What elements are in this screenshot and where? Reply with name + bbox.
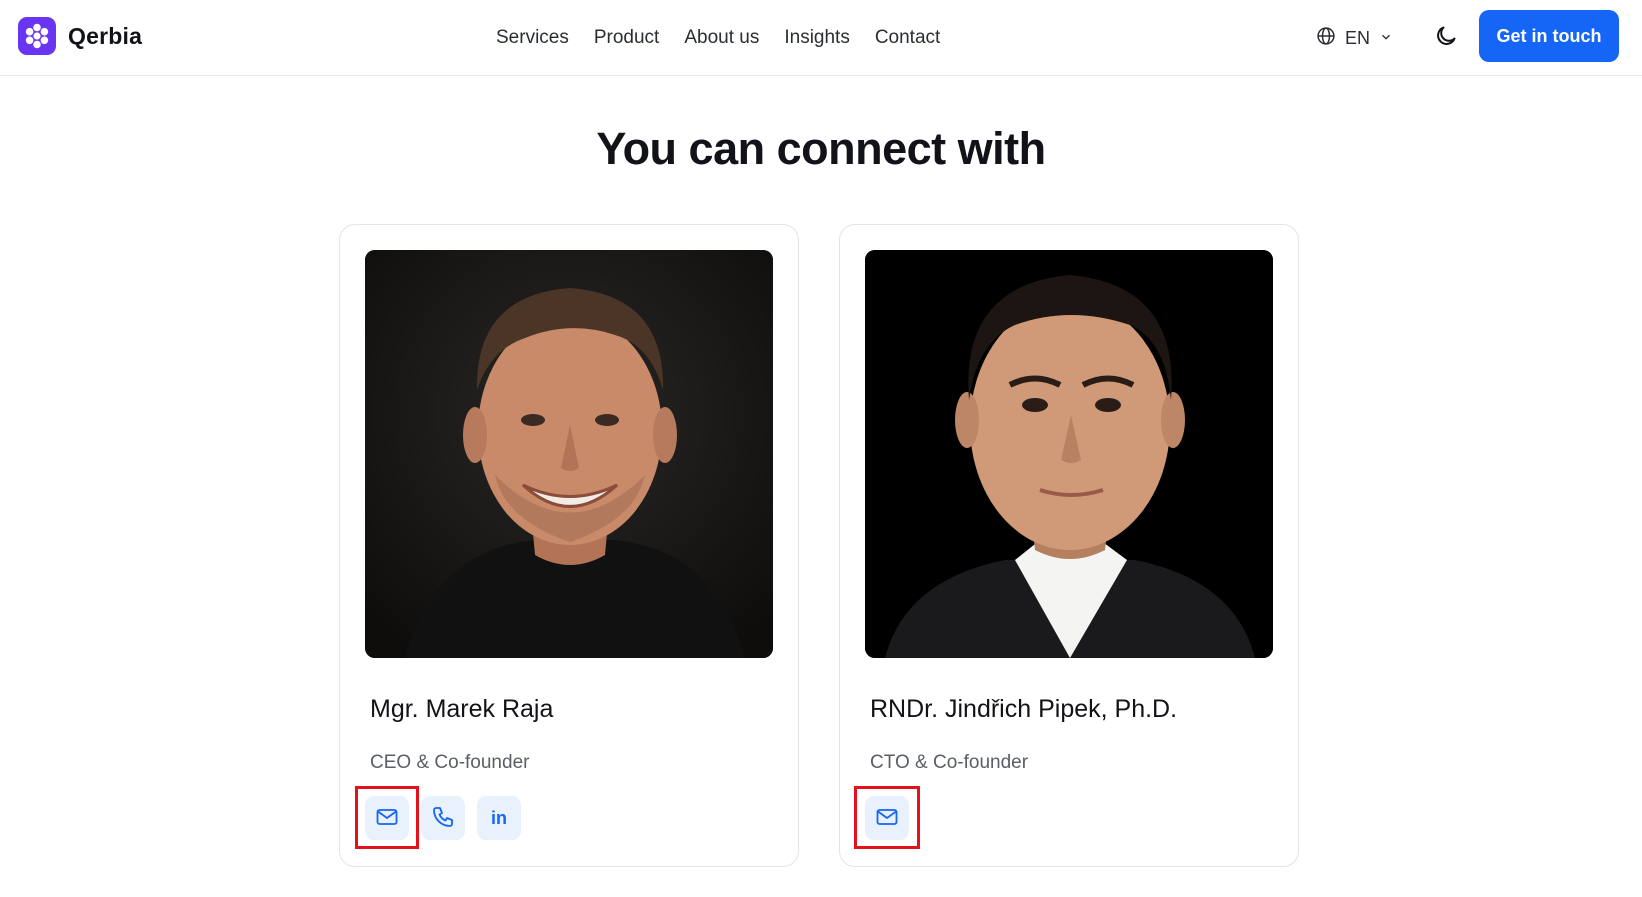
nav-product[interactable]: Product — [594, 24, 659, 52]
linkedin-button[interactable]: in — [477, 796, 521, 840]
contact-actions — [865, 796, 909, 840]
contact-actions: in — [365, 796, 521, 840]
get-in-touch-button[interactable]: Get in touch — [1479, 10, 1619, 62]
person-role: CTO & Co-founder — [870, 752, 1029, 773]
email-icon — [875, 805, 899, 832]
nav-insights[interactable]: Insights — [784, 24, 849, 52]
email-button[interactable] — [365, 796, 409, 840]
logo[interactable]: Qerbia — [18, 17, 142, 55]
site-header: Qerbia Services Product About us Insight… — [0, 0, 1642, 76]
person-role: CEO & Co-founder — [370, 752, 530, 773]
email-icon — [375, 805, 399, 832]
brand-name: Qerbia — [68, 22, 143, 49]
theme-toggle-button[interactable] — [1431, 23, 1461, 53]
main-nav: Services Product About us Insights Conta… — [496, 24, 940, 52]
person-photo — [865, 250, 1273, 658]
person-card: Mgr. Marek Raja CEO & Co-founder in — [339, 224, 799, 867]
email-button[interactable] — [865, 796, 909, 840]
language-code: EN — [1345, 27, 1371, 48]
linkedin-icon: in — [491, 807, 507, 828]
nav-about-us[interactable]: About us — [684, 24, 759, 52]
nav-services[interactable]: Services — [496, 24, 569, 52]
logo-icon — [18, 17, 56, 55]
nav-contact[interactable]: Contact — [875, 24, 940, 52]
chevron-down-icon — [1379, 28, 1393, 49]
globe-icon — [1316, 26, 1336, 51]
language-selector[interactable]: EN — [1316, 24, 1393, 52]
person-name: RNDr. Jindřich Pipek, Ph.D. — [870, 695, 1178, 723]
phone-icon — [431, 805, 455, 832]
moon-icon — [1434, 24, 1458, 53]
person-photo — [365, 250, 773, 658]
phone-button[interactable] — [421, 796, 465, 840]
person-card: RNDr. Jindřich Pipek, Ph.D. CTO & Co-fou… — [839, 224, 1299, 867]
section-title: You can connect with — [596, 123, 1046, 174]
person-name: Mgr. Marek Raja — [370, 695, 554, 723]
